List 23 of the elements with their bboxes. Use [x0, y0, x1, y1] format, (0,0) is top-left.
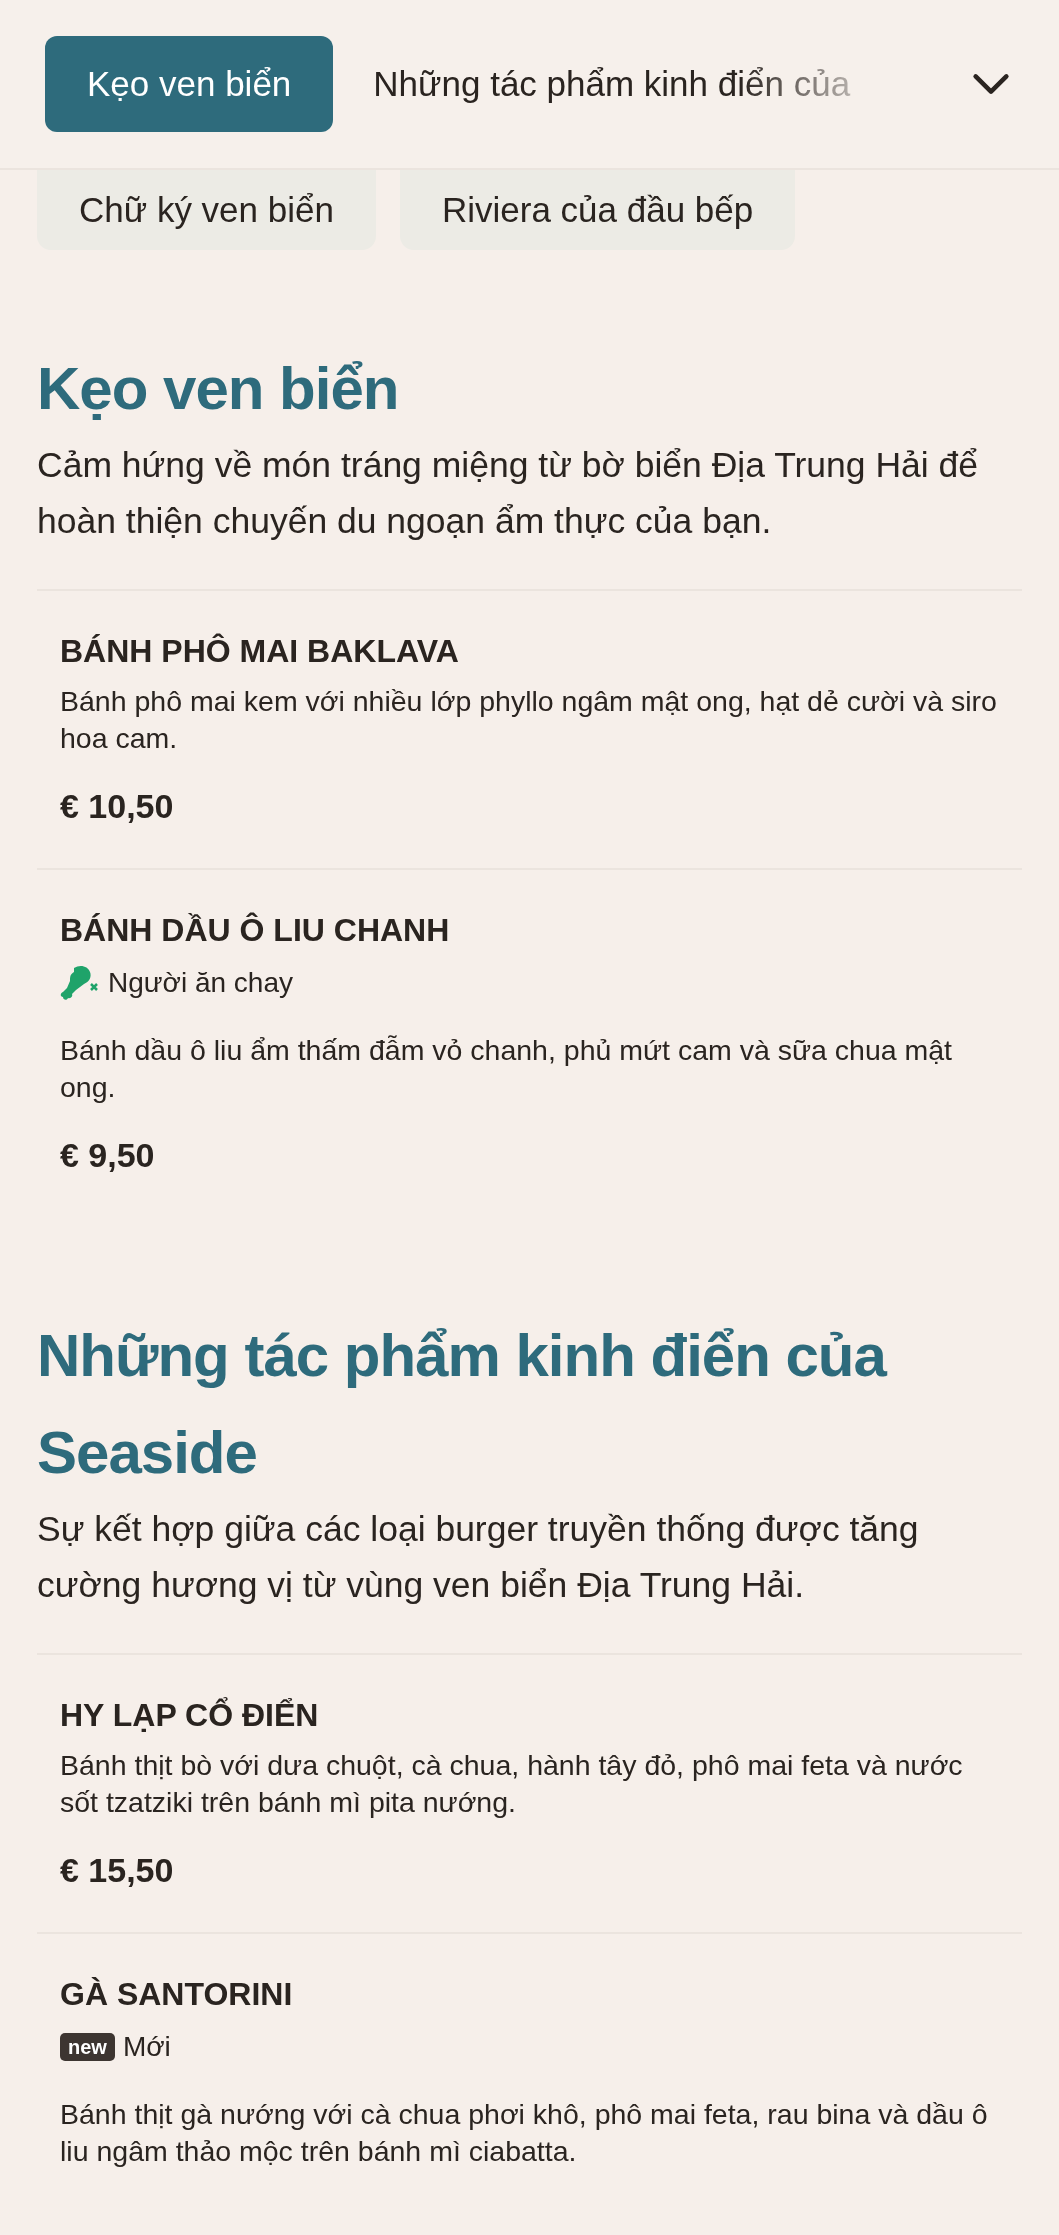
item-description: Bánh phô mai kem với nhiều lớp phyllo ngâm mật ong, hạt dẻ cười và siro hoa cam.: [60, 684, 998, 756]
category-tab[interactable]: Những tác phẩm kinh điển của: [351, 36, 871, 132]
item-description: Bánh thịt gà nướng với cà chua phơi khô, phô mai feta, rau bina và dầu ô liu ngâm thảo mộc trên bánh mì ciabatta.: [60, 2097, 989, 2169]
section-title: Kẹo ven biển: [37, 354, 400, 424]
item-price: € 15,50: [60, 1850, 175, 1891]
item-price: € 9,50: [60, 1135, 156, 1176]
category-tab[interactable]: Chữ ký ven biển: [37, 170, 376, 250]
item-description: Bánh dầu ô liu ẩm thấm đẫm vỏ chanh, phủ mứt cam và sữa chua mật ong.: [60, 1033, 954, 1105]
item-price: € 10,50: [60, 786, 175, 827]
category-tab[interactable]: Riviera của đầu bếp: [399, 170, 796, 250]
item-name: BÁNH PHÔ MAI BAKLAVA: [60, 632, 460, 671]
section-title: Những tác phẩm kinh điển của Seaside: [37, 1321, 888, 1488]
new-badge: new: [60, 2033, 115, 2061]
item-name: GÀ SANTORINI: [60, 1975, 294, 2014]
item-description: Bánh thịt bò với dưa chuột, cà chua, hành tây đỏ, phô mai feta và nước sốt tzatziki trên bánh mì pita nướng.: [60, 1748, 964, 1820]
section-description: Cảm hứng về món tráng miệng từ bờ biển Địa Trung Hải để hoàn thiện chuyến du ngoạn ẩm thực của bạn.: [37, 444, 980, 543]
tag-label: Mới: [122, 2030, 171, 2064]
item-name: BÁNH DẦU Ô LIU CHANH: [60, 911, 451, 950]
tag-label: Người ăn chay: [108, 966, 293, 1000]
drumstick-icon: [60, 964, 100, 1002]
category-tab[interactable]: Kẹo ven biển: [45, 36, 334, 132]
section-description: Sự kết hợp giữa các loại burger truyền thống được tăng cường hương vị từ vùng ven biển Địa Trung Hải.: [37, 1508, 920, 1607]
item-name: HY LẠP CỔ ĐIỂN: [60, 1696, 320, 1735]
